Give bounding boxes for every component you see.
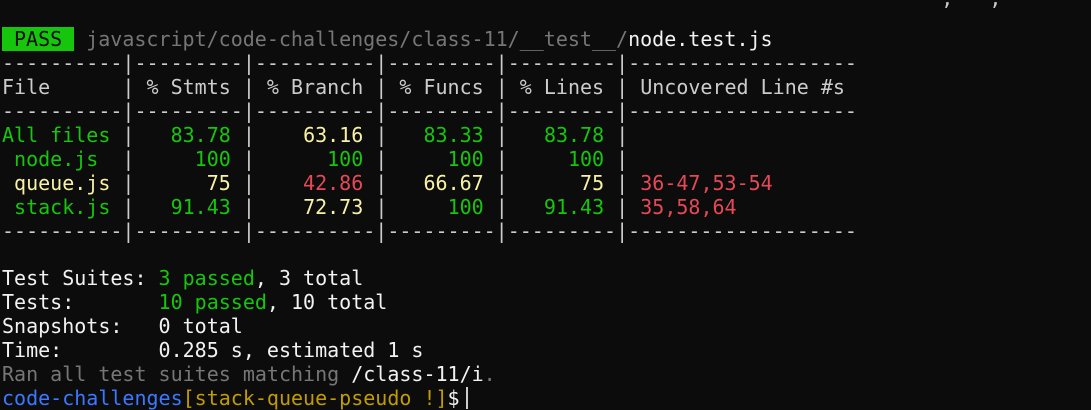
- row-stmts: 100: [194, 147, 231, 171]
- row-funcs: 66.67: [423, 171, 484, 195]
- table-row: All files | 83.78 | 63.16 | 83.33 | 83.7…: [2, 123, 641, 147]
- row-file: queue.js: [2, 171, 111, 195]
- row-stmts: 83.78: [170, 123, 231, 147]
- snapshots-value: 0 total: [158, 314, 243, 338]
- col-funcs: % Funcs: [399, 75, 484, 99]
- col-branch: % Branch: [266, 75, 364, 99]
- row-stmts: 75: [206, 171, 231, 195]
- time-label: Time:: [2, 338, 63, 362]
- prompt-symbol: $: [447, 386, 460, 410]
- prompt-branch: [stack-queue-pseudo !]: [182, 386, 448, 410]
- row-branch: 63.16: [303, 123, 364, 147]
- row-lines: 100: [567, 147, 605, 171]
- row-uncovered: 36-47,53-54: [640, 171, 773, 195]
- test-path-dir: javascript/code-challenges/class-11/__te…: [86, 27, 629, 51]
- row-lines: 91.43: [543, 195, 605, 219]
- terminal-window[interactable]: , , PASS javascript/code-challenges/clas…: [0, 0, 1091, 410]
- summary-ran: Ran all test suites matching /class-11/i…: [2, 362, 496, 386]
- previous-output-fragment: , ,: [2, 0, 1050, 10]
- row-file: stack.js: [2, 195, 111, 219]
- tests-passed: 10 passed: [158, 290, 267, 314]
- row-funcs: 100: [447, 147, 484, 171]
- col-lines: % Lines: [519, 75, 605, 99]
- row-branch: 100: [327, 147, 364, 171]
- ran-text: Ran all test suites matching: [2, 362, 352, 386]
- ran-end: .: [483, 362, 496, 386]
- table-row: queue.js | 75 | 42.86 | 66.67 | 75 | 36-…: [2, 171, 773, 195]
- row-branch: 72.73: [303, 195, 364, 219]
- text-cursor[interactable]: [465, 387, 468, 409]
- table-row: stack.js | 91.43 | 72.73 | 100 | 91.43 |…: [2, 195, 737, 219]
- col-stmts: % Stmts: [146, 75, 231, 99]
- snapshots-label: Snapshots:: [2, 314, 123, 338]
- suites-label: Test Suites:: [2, 266, 147, 290]
- row-file: All files: [2, 123, 111, 147]
- summary-suites: Test Suites: 3 passed, 3 total: [2, 266, 496, 290]
- prompt-dir: code-challenges: [2, 386, 183, 410]
- coverage-table: ----------|---------|----------|--------…: [2, 51, 857, 243]
- tests-label: Tests:: [2, 290, 75, 314]
- test-result-header: PASS javascript/code-challenges/class-11…: [2, 27, 773, 51]
- table-separator: ----------|---------|----------|--------…: [2, 219, 857, 243]
- row-lines: 75: [580, 171, 605, 195]
- col-file: File: [2, 75, 51, 99]
- table-row: node.js | 100 | 100 | 100 | 100 |: [2, 147, 641, 171]
- summary-snapshots: Snapshots: 0 total: [2, 314, 496, 338]
- time-value: 0.285 s, estimated 1 s: [158, 338, 424, 362]
- ran-pattern: /class-11/i: [351, 362, 484, 386]
- pass-badge: PASS: [2, 27, 75, 51]
- row-funcs: 83.33: [423, 123, 484, 147]
- test-summary: Test Suites: 3 passed, 3 total Tests: 10…: [2, 266, 496, 386]
- row-file: node.js: [2, 147, 99, 171]
- suites-total: , 3 total: [254, 266, 364, 290]
- test-path-file: node.test.js: [628, 27, 773, 51]
- table-separator: ----------|---------|----------|--------…: [2, 51, 857, 75]
- row-stmts: 91.43: [170, 195, 231, 219]
- summary-time: Time: 0.285 s, estimated 1 s: [2, 338, 496, 362]
- row-uncovered: 35,58,64: [640, 195, 737, 219]
- tests-total: , 10 total: [266, 290, 388, 314]
- table-header-row: File | % Stmts | % Branch | % Funcs | % …: [2, 75, 845, 99]
- summary-tests: Tests: 10 passed, 10 total: [2, 290, 496, 314]
- col-uncovered: Uncovered Line #s: [640, 75, 845, 99]
- shell-prompt[interactable]: code-challenges[stack-queue-pseudo !]$: [2, 386, 468, 410]
- row-funcs: 100: [447, 195, 484, 219]
- table-separator: ----------|---------|----------|--------…: [2, 99, 857, 123]
- row-branch: 42.86: [303, 171, 364, 195]
- suites-passed: 3 passed: [158, 266, 255, 290]
- row-lines: 83.78: [543, 123, 605, 147]
